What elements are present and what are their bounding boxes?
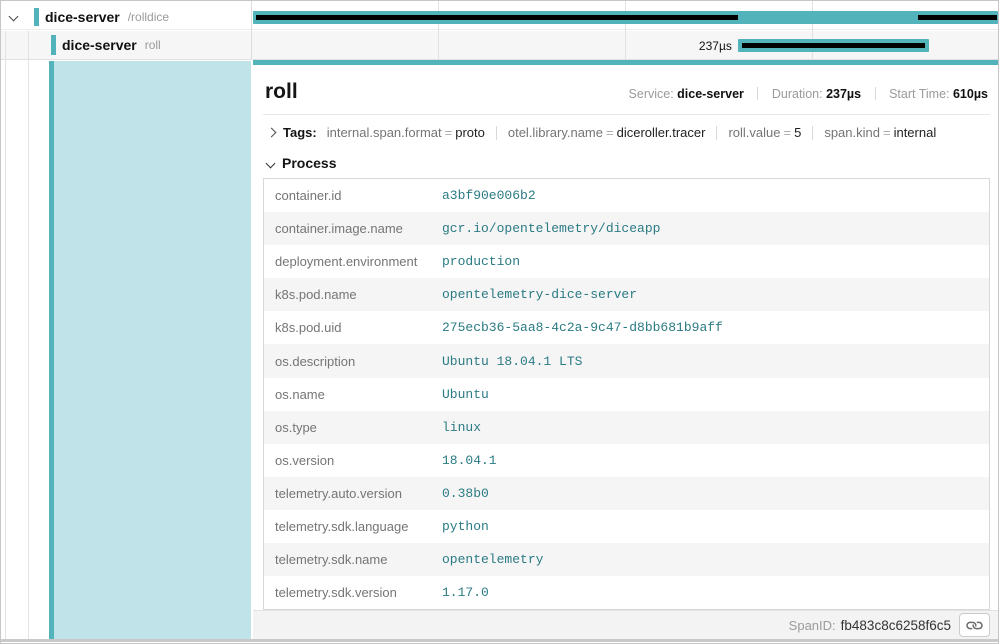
table-row: k8s.pod.uid275ecb36-5aa8-4c2a-9c47-d8bb6… [264, 311, 989, 344]
chevron-right-icon [267, 128, 277, 138]
process-header: Process [282, 155, 336, 171]
operation-name: /rolldice [128, 10, 169, 24]
span-detail-header: roll Service: dice-server Duration: 237µ… [263, 65, 990, 114]
span-timeline-cell[interactable]: 237µs [251, 31, 999, 59]
span-row-roll[interactable]: dice-server roll 237µs [1, 31, 999, 60]
table-row: telemetry.auto.version0.38b0 [264, 477, 989, 510]
table-row: os.descriptionUbuntu 18.04.1 LTS [264, 344, 989, 377]
process-key-values-table: container.ida3bf90e006b2 container.image… [263, 178, 990, 610]
service-label: Service: [629, 87, 674, 101]
spanid-label: SpanID: [789, 618, 836, 633]
collapse-chevron-icon[interactable] [9, 12, 19, 22]
table-row: k8s.pod.nameopentelemetry-dice-server [264, 278, 989, 311]
table-row: container.image.namegcr.io/opentelemetry… [264, 212, 989, 245]
indent-guide [5, 31, 6, 59]
service-color-bar [51, 35, 56, 55]
table-row: deployment.environmentproduction [264, 245, 989, 278]
span-detail-footer: SpanID: fb483c8c6258f6c5 [253, 610, 999, 639]
table-row: container.ida3bf90e006b2 [264, 179, 989, 212]
span-title: roll [265, 80, 298, 104]
tags-header: Tags: [283, 125, 317, 140]
span-timeline-cell[interactable] [251, 5, 999, 29]
link-icon [964, 615, 985, 636]
critical-path-segment [256, 15, 737, 20]
critical-path-segment [742, 43, 925, 48]
span-name-cell[interactable]: dice-server roll [1, 31, 251, 59]
service-name: dice-server [45, 9, 120, 25]
table-row: os.version18.04.1 [264, 444, 989, 477]
service-name: dice-server [62, 37, 137, 53]
meta-separator [757, 87, 758, 100]
deep-link-button[interactable] [959, 613, 990, 637]
meta-separator [875, 87, 876, 100]
table-row: telemetry.sdk.nameopentelemetry [264, 543, 989, 576]
start-time-value: 610µs [953, 87, 988, 101]
span-name-cell[interactable]: dice-server /rolldice [1, 5, 251, 29]
table-row: telemetry.sdk.languagepython [264, 510, 989, 543]
indent-guide [28, 60, 29, 639]
tag-separator [812, 126, 813, 140]
tag-summary-item: span.kind=internal [824, 125, 936, 140]
span-detail-panel: roll Service: dice-server Duration: 237µ… [253, 60, 999, 639]
span-row-rolldice[interactable]: dice-server /rolldice [1, 5, 999, 30]
critical-path-segment [918, 15, 997, 20]
chevron-down-icon [266, 158, 276, 168]
indent-guide [28, 31, 29, 59]
span-meta: Service: dice-server Duration: 237µs Sta… [629, 87, 988, 101]
service-color-bar [49, 61, 54, 639]
table-row: telemetry.sdk.version1.17.0 [264, 576, 989, 609]
table-row: os.nameUbuntu [264, 378, 989, 411]
tag-summary-item: internal.span.format=proto [327, 125, 485, 140]
operation-name: roll [145, 38, 161, 52]
jaeger-trace-view: dice-server /rolldice dice-server roll 2… [0, 0, 999, 644]
selected-span-left-pane [1, 60, 251, 639]
span-bar-rolldice[interactable] [253, 11, 998, 24]
tags-accordion-toggle[interactable]: Tags: internal.span.format=proto otel.li… [263, 115, 990, 149]
indent-guide [5, 60, 6, 639]
service-color-bar [34, 8, 39, 26]
duration-label: Duration: [772, 87, 823, 101]
name-column-divider [251, 1, 252, 60]
tag-summary-item: otel.library.name=diceroller.tracer [508, 125, 706, 140]
table-row: os.typelinux [264, 411, 989, 444]
tag-summary-item: roll.value=5 [728, 125, 801, 140]
service-value: dice-server [677, 87, 744, 101]
span-bar-roll[interactable] [738, 39, 929, 52]
selected-span-highlight [54, 61, 251, 639]
tag-separator [716, 126, 717, 140]
start-time-label: Start Time: [889, 87, 949, 101]
span-duration-label: 237µs [699, 39, 732, 53]
process-accordion-toggle[interactable]: Process [263, 149, 990, 178]
duration-value: 237µs [826, 87, 861, 101]
spanid-value: fb483c8c6258f6c5 [841, 618, 951, 633]
tag-separator [496, 126, 497, 140]
horizontal-scrollbar[interactable] [1, 639, 998, 642]
